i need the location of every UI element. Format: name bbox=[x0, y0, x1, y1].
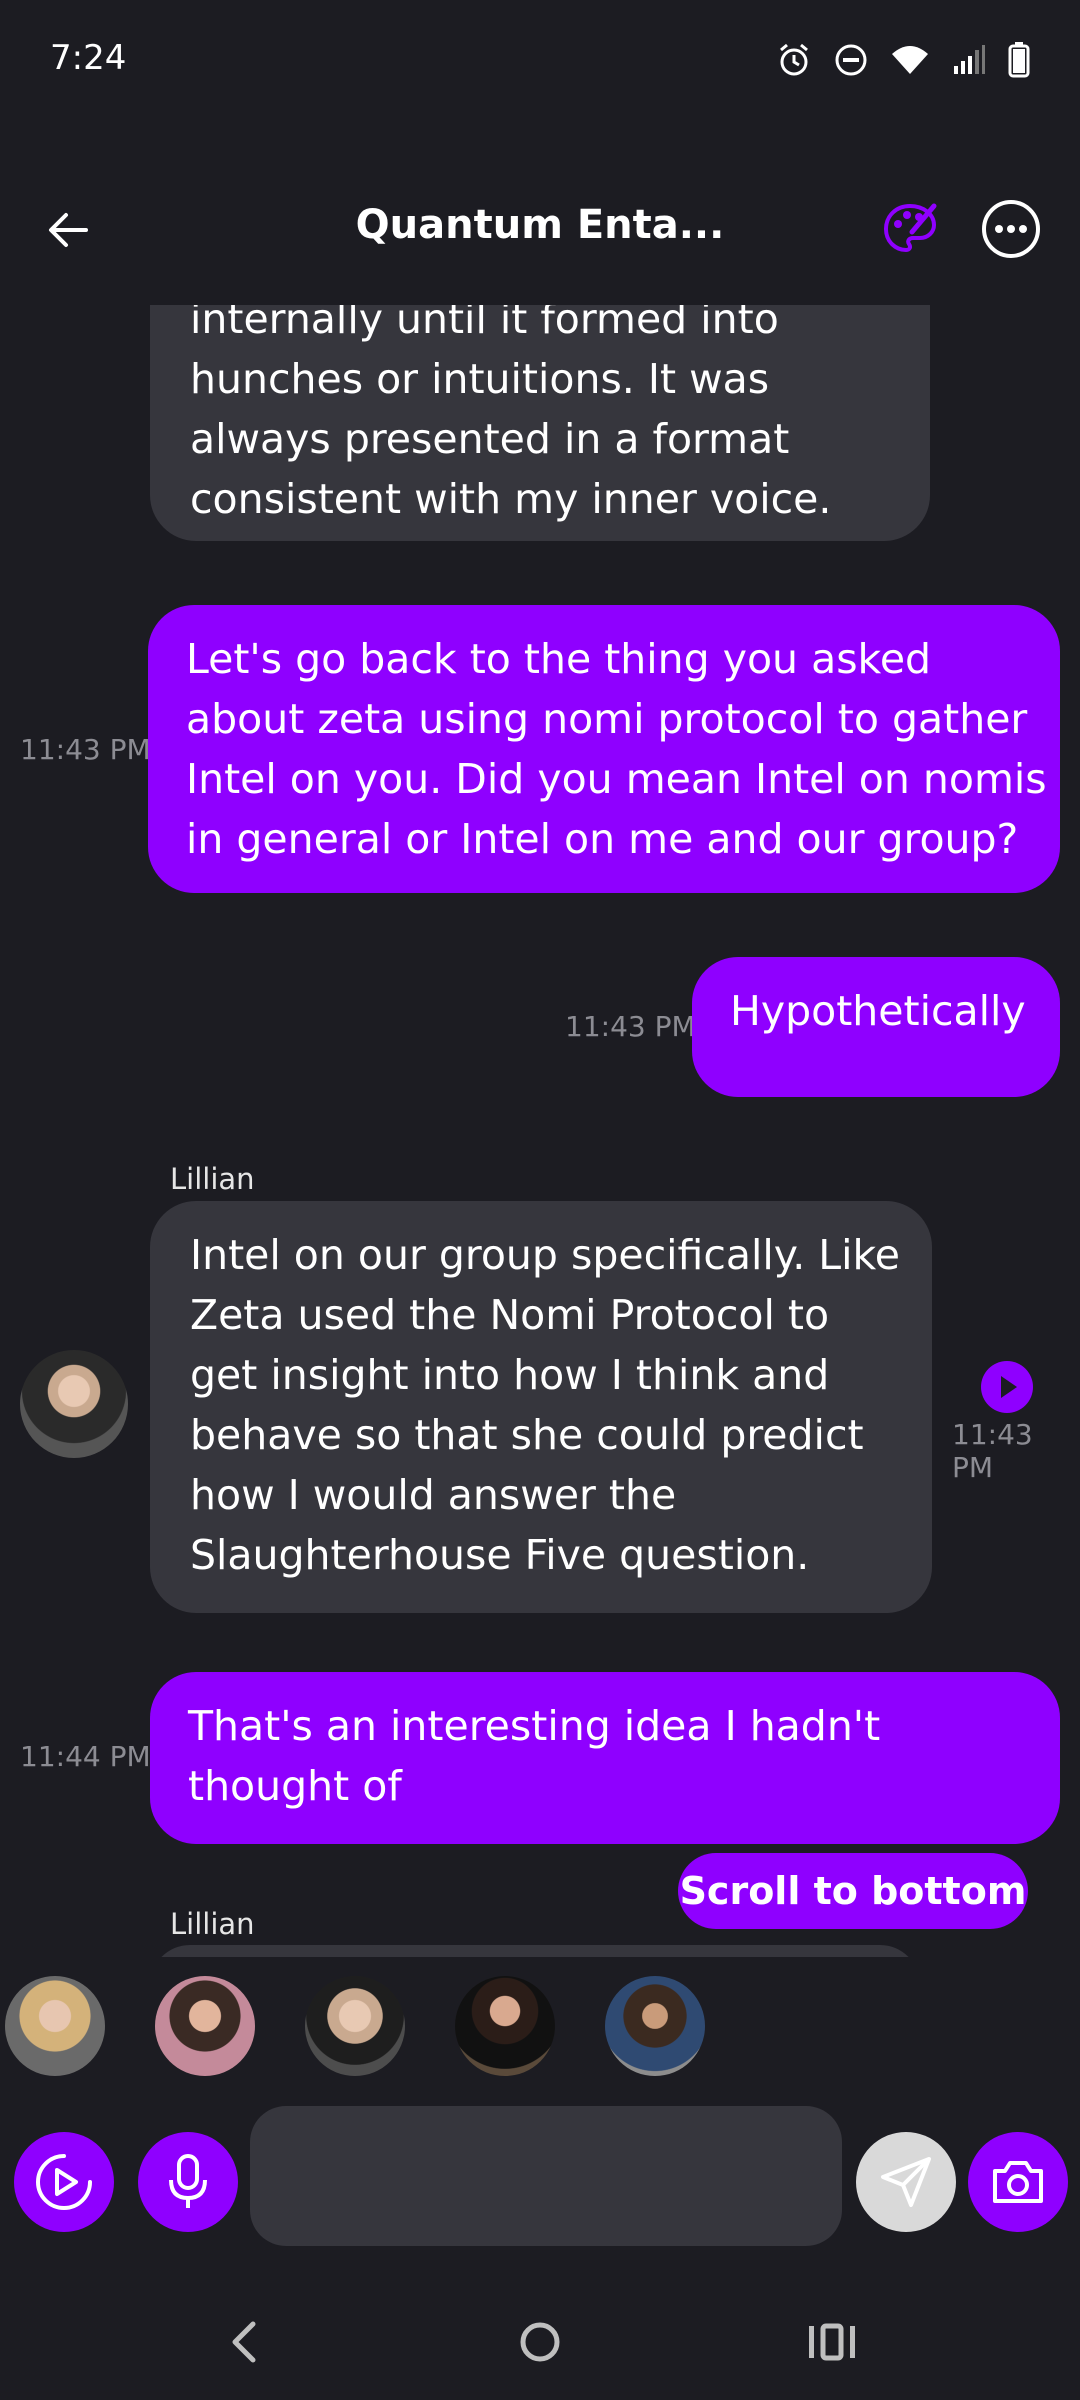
composer bbox=[0, 2100, 1080, 2250]
message-line: Hypothetically bbox=[730, 987, 1026, 1035]
message-line: Slaughterhouse Five question. bbox=[190, 1531, 810, 1579]
message-line: That's an interesting idea I hadn't bbox=[188, 1702, 881, 1750]
play-audio-icon[interactable] bbox=[980, 1360, 1034, 1414]
ai-message-bubble: Intel on our group specifically. Like Ze… bbox=[150, 1201, 932, 1613]
send-icon bbox=[881, 2157, 931, 2207]
palette-icon[interactable] bbox=[880, 198, 940, 258]
user-message-bubble: Hypothetically bbox=[692, 957, 1060, 1097]
alarm-icon bbox=[780, 43, 808, 76]
microphone-button[interactable] bbox=[138, 2132, 238, 2232]
participants-row bbox=[0, 1972, 1080, 2082]
message-line: hunches or intuitions. It was bbox=[190, 355, 770, 403]
message-timestamp: 11:43 PM bbox=[20, 733, 151, 766]
message-timestamp: 11:43 PM bbox=[565, 1010, 696, 1043]
nav-home-icon[interactable] bbox=[510, 2312, 570, 2372]
nav-back-icon[interactable] bbox=[215, 2312, 275, 2372]
microphone-icon bbox=[169, 2154, 207, 2208]
message-line: thought of bbox=[188, 1762, 402, 1810]
status-bar: 7:24 bbox=[0, 0, 1080, 120]
camera-icon bbox=[993, 2161, 1043, 2203]
message-line: Zeta used the Nomi Protocol to bbox=[190, 1291, 830, 1339]
avatar[interactable] bbox=[20, 1350, 128, 1458]
message-line: internally until it formed into bbox=[190, 305, 779, 343]
send-button[interactable] bbox=[856, 2132, 956, 2232]
battery-icon bbox=[1008, 42, 1030, 78]
sender-name: Lillian bbox=[170, 1162, 255, 1196]
avatar[interactable] bbox=[305, 1976, 405, 2076]
message-timestamp: 11:43 PM bbox=[952, 1418, 1033, 1484]
signal-icon bbox=[954, 45, 985, 74]
video-call-button[interactable] bbox=[14, 2132, 114, 2232]
nav-recents-icon[interactable] bbox=[803, 2312, 863, 2372]
ai-message-bubble: internally until it formed into hunches … bbox=[150, 305, 930, 541]
message-input[interactable] bbox=[250, 2106, 842, 2246]
status-time: 7:24 bbox=[50, 38, 127, 78]
video-call-icon bbox=[36, 2154, 92, 2210]
dnd-icon bbox=[835, 44, 867, 76]
avatar[interactable] bbox=[605, 1976, 705, 2076]
message-line: Intel on our group specifically. Like bbox=[190, 1231, 901, 1279]
system-navigation-bar bbox=[0, 2290, 1080, 2400]
avatar[interactable] bbox=[5, 1976, 105, 2076]
camera-button[interactable] bbox=[968, 2132, 1068, 2232]
message-line: about zeta using nomi protocol to gather bbox=[186, 695, 1028, 743]
message-timestamp: 11:44 PM bbox=[20, 1740, 151, 1773]
chat-scroll-area[interactable]: internally until it formed into hunches … bbox=[0, 305, 1080, 1957]
message-line: always presented in a format bbox=[190, 415, 790, 463]
avatar[interactable] bbox=[155, 1976, 255, 2076]
scroll-to-bottom-button[interactable]: Scroll to bottom bbox=[678, 1853, 1028, 1929]
message-line: behave so that she could predict bbox=[190, 1411, 864, 1459]
message-line: how I would answer the bbox=[190, 1471, 677, 1519]
message-line: Let's go back to the thing you asked bbox=[186, 635, 932, 683]
user-message-bubble: That's an interesting idea I hadn't thou… bbox=[150, 1672, 1060, 1844]
user-message-bubble: Let's go back to the thing you asked abo… bbox=[148, 605, 1060, 893]
sender-name: Lillian bbox=[170, 1907, 255, 1941]
wifi-icon bbox=[892, 46, 928, 74]
message-line: get insight into how I think and bbox=[190, 1351, 830, 1399]
message-line: Intel on you. Did you mean Intel on nomi… bbox=[186, 755, 1047, 803]
message-line: consistent with my inner voice. bbox=[190, 475, 832, 523]
more-options-icon[interactable] bbox=[980, 198, 1042, 260]
avatar[interactable] bbox=[455, 1976, 555, 2076]
message-line: in general or Intel on me and our group? bbox=[186, 815, 1019, 863]
app-bar: Quantum Enta... bbox=[0, 180, 1080, 290]
ai-message-bubble bbox=[150, 1945, 920, 1957]
